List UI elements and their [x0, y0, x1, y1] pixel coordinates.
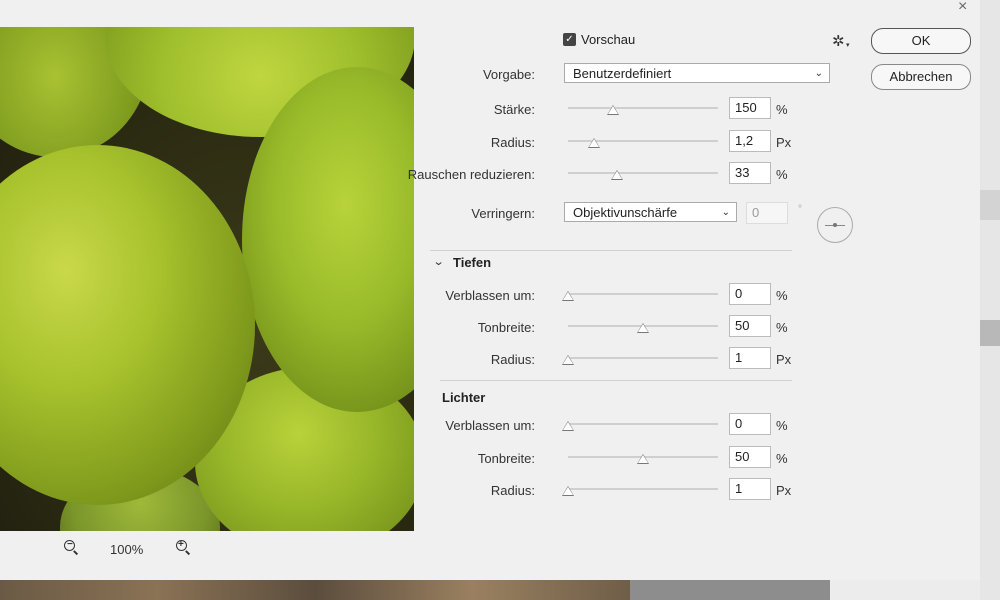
shadows-fade-label: Verblassen um:	[445, 288, 535, 303]
shadows-fade-unit: %	[776, 288, 788, 303]
chevron-down-icon: ⌄	[721, 207, 730, 218]
highlights-tonal-unit: %	[776, 451, 788, 466]
zoom-out-icon[interactable]: −	[64, 539, 80, 556]
zoom-bar: − 100% +	[0, 534, 414, 564]
noise-unit: %	[776, 167, 788, 182]
highlights-fade-slider[interactable]	[562, 419, 718, 433]
shadows-title: Tiefen	[453, 255, 492, 270]
shadows-tonal-label: Tonbreite:	[477, 320, 535, 335]
gear-icon[interactable]: ✲	[832, 32, 845, 50]
background-gray-area	[630, 580, 830, 600]
section-divider	[440, 380, 792, 381]
highlights-tonal-label: Tonbreite:	[477, 451, 535, 466]
slider-thumb[interactable]	[607, 105, 619, 115]
amount-input[interactable]: 150	[729, 97, 771, 119]
shadows-tonal-input[interactable]: 50	[729, 315, 771, 337]
preview-image[interactable]	[0, 27, 414, 531]
preview-label: Vorschau	[581, 32, 636, 47]
slider-thumb[interactable]	[562, 355, 574, 365]
shadows-tonal-unit: %	[776, 320, 788, 335]
highlights-title: Lichter	[442, 390, 486, 405]
radius-label: Radius:	[490, 135, 535, 150]
shadows-fade-slider[interactable]	[562, 289, 718, 303]
degree-unit: °	[798, 204, 802, 215]
preset-label: Vorgabe:	[482, 67, 535, 82]
slider-thumb[interactable]	[588, 138, 600, 148]
highlights-tonal-slider[interactable]	[568, 452, 718, 466]
reduce-select[interactable]: Objektivunschärfe ⌄	[564, 202, 737, 222]
shadows-radius-input[interactable]: 1	[729, 347, 771, 369]
highlights-radius-slider[interactable]	[562, 484, 718, 498]
highlights-fade-label: Verblassen um:	[445, 418, 535, 433]
highlights-radius-input[interactable]: 1	[729, 478, 771, 500]
shadows-tonal-slider[interactable]	[568, 321, 718, 335]
shadows-radius-slider[interactable]	[562, 353, 718, 367]
background-panel	[980, 0, 1000, 600]
slider-thumb[interactable]	[562, 486, 574, 496]
radius-slider[interactable]	[568, 136, 718, 150]
slider-thumb[interactable]	[562, 421, 574, 431]
shadows-radius-unit: Px	[776, 352, 792, 367]
amount-unit: %	[776, 102, 788, 117]
unsharp-mask-dialog: × − 100% + ✓ Vorschau ✲ ▾ OK Abbrechen V…	[0, 0, 980, 580]
highlights-fade-unit: %	[776, 418, 788, 433]
shadows-radius-label: Radius:	[490, 352, 535, 367]
slider-thumb[interactable]	[637, 323, 649, 333]
amount-slider[interactable]	[568, 103, 718, 117]
zoom-in-icon[interactable]: +	[176, 539, 192, 556]
preset-select[interactable]: Benutzerdefiniert ⌄	[564, 63, 830, 83]
highlights-radius-unit: Px	[776, 483, 792, 498]
background-panel-bottom	[830, 580, 980, 600]
slider-thumb[interactable]	[562, 291, 574, 301]
ok-button[interactable]: OK	[871, 28, 971, 54]
slider-thumb[interactable]	[637, 454, 649, 464]
angle-input[interactable]: 0	[746, 202, 788, 224]
noise-label: Rauschen reduzieren:	[407, 167, 535, 182]
noise-slider[interactable]	[568, 168, 718, 182]
background-app-strip	[0, 0, 1000, 12]
zoom-level: 100%	[110, 542, 144, 557]
noise-input[interactable]: 33	[729, 162, 771, 184]
amount-label: Stärke:	[493, 102, 535, 117]
background-canvas	[0, 580, 630, 600]
preview-checkbox[interactable]: ✓	[563, 33, 576, 46]
slider-thumb[interactable]	[611, 170, 623, 180]
reduce-label: Verringern:	[471, 206, 535, 221]
shadows-fade-input[interactable]: 0	[729, 283, 771, 305]
cancel-button[interactable]: Abbrechen	[871, 64, 971, 90]
radius-unit: Px	[776, 135, 792, 150]
close-icon[interactable]: ×	[958, 0, 967, 15]
highlights-radius-label: Radius:	[490, 483, 535, 498]
collapse-chevron-icon[interactable]: ⌄	[433, 255, 445, 268]
gear-dropdown-icon: ▾	[846, 42, 850, 49]
angle-dial[interactable]	[817, 207, 853, 243]
chevron-down-icon: ⌄	[814, 68, 823, 79]
radius-input[interactable]: 1,2	[729, 130, 771, 152]
highlights-tonal-input[interactable]: 50	[729, 446, 771, 468]
section-divider	[430, 250, 792, 251]
highlights-fade-input[interactable]: 0	[729, 413, 771, 435]
